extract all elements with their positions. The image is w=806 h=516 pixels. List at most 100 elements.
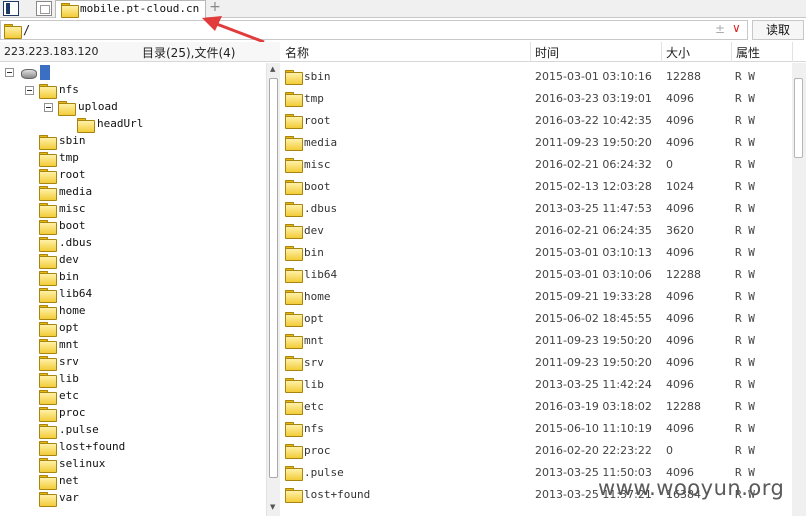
- tab-active[interactable]: mobile.pt-cloud.cn: [55, 0, 206, 18]
- file-name: mnt: [304, 334, 324, 347]
- folder-icon: [39, 305, 57, 320]
- scroll-up-icon[interactable]: ▲: [270, 65, 275, 73]
- scroll-down-icon[interactable]: ▼: [270, 503, 275, 511]
- address-bar: / ± ∨ 读取: [0, 19, 806, 41]
- window-icon[interactable]: [36, 1, 52, 16]
- collapse-icon[interactable]: [5, 68, 14, 77]
- file-attr: R W: [735, 114, 755, 127]
- file-name: srv: [304, 356, 324, 369]
- tree-item-label: home: [59, 304, 86, 317]
- file-list: sbin 2015-03-01 03:10:16 12288 R W tmp 2016-0…: [280, 63, 792, 516]
- file-name: home: [304, 290, 331, 303]
- folder-icon: [39, 475, 57, 490]
- folder-icon: [285, 202, 303, 217]
- server-ip: 223.223.183.120: [4, 45, 99, 58]
- tree-item-label: .pulse: [59, 423, 99, 436]
- collapse-icon[interactable]: [25, 86, 34, 95]
- folder-icon: [39, 203, 57, 218]
- plus-minus-icon[interactable]: ±: [715, 22, 725, 36]
- file-row[interactable]: misc 2016-02-21 06:24:32 0 R W: [280, 153, 792, 175]
- file-row[interactable]: opt 2015-06-02 18:45:55 4096 R W: [280, 307, 792, 329]
- tree-item-label: dev: [59, 253, 79, 266]
- annotation-arrow-icon: [202, 16, 265, 44]
- file-row[interactable]: root 2016-03-22 10:42:35 4096 R W: [280, 109, 792, 131]
- file-row[interactable]: home 2015-09-21 19:33:28 4096 R W: [280, 285, 792, 307]
- scrollbar-thumb[interactable]: [269, 78, 278, 478]
- file-time: 2015-06-02 18:45:55: [535, 312, 652, 325]
- folder-icon: [39, 271, 57, 286]
- folder-icon: [39, 237, 57, 252]
- folder-icon: [285, 422, 303, 437]
- file-size: 0: [666, 444, 673, 457]
- file-row[interactable]: boot 2015-02-13 12:03:28 1024 R W: [280, 175, 792, 197]
- drive-icon: [21, 69, 37, 79]
- file-row[interactable]: media 2011-09-23 19:50:20 4096 R W: [280, 131, 792, 153]
- file-time: 2015-02-13 12:03:28: [535, 180, 652, 193]
- folder-icon: [39, 220, 57, 235]
- file-row[interactable]: .dbus 2013-03-25 11:47:53 4096 R W: [280, 197, 792, 219]
- file-row[interactable]: bin 2015-03-01 03:10:13 4096 R W: [280, 241, 792, 263]
- file-list-scrollbar[interactable]: [792, 63, 806, 516]
- file-time: 2016-03-22 10:42:35: [535, 114, 652, 127]
- file-row[interactable]: srv 2011-09-23 19:50:20 4096 R W: [280, 351, 792, 373]
- folder-icon: [39, 135, 57, 150]
- file-size: 12288: [666, 400, 701, 413]
- file-attr: R W: [735, 158, 755, 171]
- file-name: .dbus: [304, 202, 338, 215]
- file-name: dev: [304, 224, 324, 237]
- column-header-size[interactable]: 大小: [666, 44, 690, 61]
- sidebar-toggle-icon[interactable]: [3, 1, 19, 16]
- tree-item-label: misc: [59, 202, 86, 215]
- path-input[interactable]: / ± ∨: [0, 20, 748, 40]
- tree-header: 223.223.183.120 目录(25),文件(4): [0, 42, 280, 62]
- folder-icon: [39, 84, 57, 99]
- folder-icon: [39, 186, 57, 201]
- file-row[interactable]: proc 2016-02-20 22:23:22 0 R W: [280, 439, 792, 461]
- file-row[interactable]: mnt 2011-09-23 19:50:20 4096 R W: [280, 329, 792, 351]
- column-header-attr[interactable]: 属性: [736, 44, 760, 61]
- file-row[interactable]: lib 2013-03-25 11:42:24 4096 R W: [280, 373, 792, 395]
- file-row[interactable]: nfs 2015-06-10 11:10:19 4096 R W: [280, 417, 792, 439]
- tree-item-label: media: [59, 185, 93, 198]
- file-attr: R W: [735, 246, 755, 259]
- file-row[interactable]: tmp 2016-03-23 03:19:01 4096 R W: [280, 87, 792, 109]
- file-row[interactable]: dev 2016-02-21 06:24:35 3620 R W: [280, 219, 792, 241]
- file-attr: R W: [735, 92, 755, 105]
- folder-icon: [39, 339, 57, 354]
- file-row[interactable]: sbin 2015-03-01 03:10:16 12288 R W: [280, 65, 792, 87]
- tab-title: mobile.pt-cloud.cn: [80, 2, 200, 15]
- tree-item-label: mnt: [59, 338, 79, 351]
- file-name: boot: [304, 180, 331, 193]
- tree-item-label: upload: [78, 100, 118, 113]
- file-row[interactable]: etc 2016-03-19 03:18:02 12288 R W: [280, 395, 792, 417]
- column-header-name[interactable]: 名称: [285, 44, 309, 61]
- folder-icon: [4, 24, 22, 39]
- file-time: 2016-02-21 06:24:35: [535, 224, 652, 237]
- folder-icon: [77, 118, 95, 133]
- file-time: 2016-02-20 22:23:22: [535, 444, 652, 457]
- folder-icon: [39, 407, 57, 422]
- folder-icon: [285, 70, 303, 85]
- file-row[interactable]: lib64 2015-03-01 03:10:06 12288 R W: [280, 263, 792, 285]
- folder-icon: [285, 466, 303, 481]
- tree-item-label: root: [59, 168, 86, 181]
- file-name: tmp: [304, 92, 324, 105]
- file-size: 4096: [666, 334, 694, 347]
- file-time: 2015-09-21 19:33:28: [535, 290, 652, 303]
- file-attr: R W: [735, 136, 755, 149]
- tree-item-label: etc: [59, 389, 79, 402]
- file-time: 2013-03-25 11:42:24: [535, 378, 652, 391]
- tree-item-label: lost+found: [59, 440, 126, 453]
- file-attr: R W: [735, 312, 755, 325]
- tree-item-label: net: [59, 474, 79, 487]
- scrollbar-thumb[interactable]: [794, 78, 803, 158]
- tree-scrollbar[interactable]: ▲ ▼: [266, 63, 280, 516]
- file-attr: R W: [735, 290, 755, 303]
- chevron-down-icon[interactable]: ∨: [732, 21, 741, 35]
- collapse-icon[interactable]: [44, 103, 53, 112]
- read-button[interactable]: 读取: [752, 20, 804, 40]
- tree-root-selected[interactable]: [40, 65, 50, 80]
- column-header-time[interactable]: 时间: [535, 44, 559, 61]
- folder-icon: [39, 390, 57, 405]
- file-time: 2015-03-01 03:10:13: [535, 246, 652, 259]
